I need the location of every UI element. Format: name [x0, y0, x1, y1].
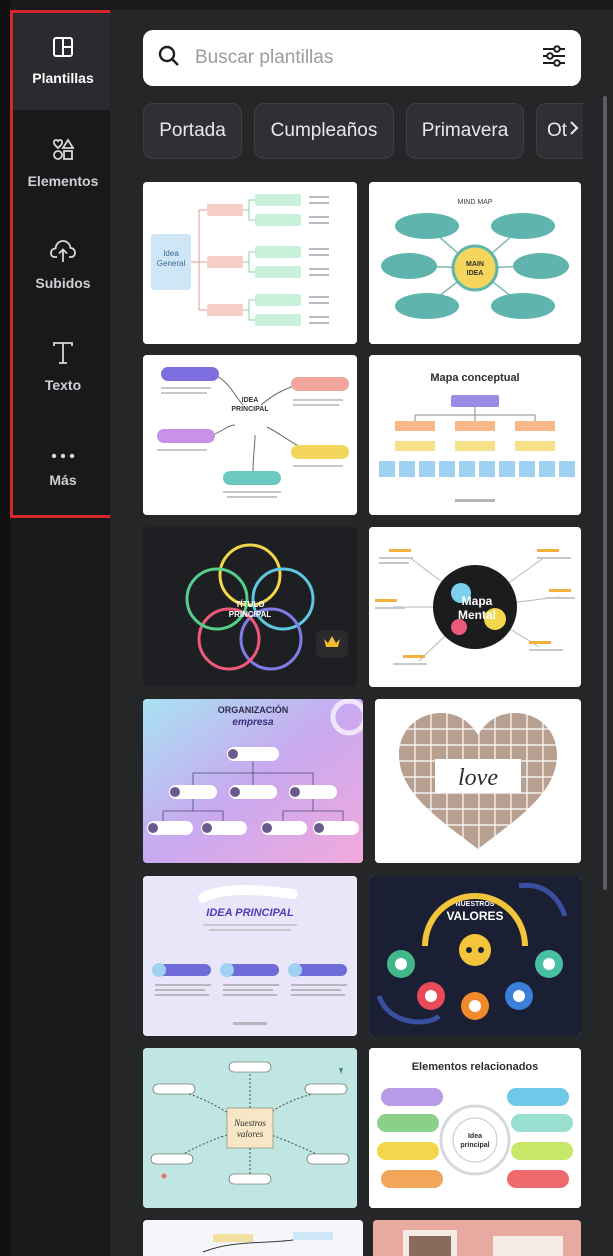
sidebar-item-label: Más [49, 472, 77, 488]
template-thumbnail: NUESTROS VALORES [369, 876, 581, 1036]
template-text: IDEA [242, 397, 259, 404]
template-organizacion-empresa[interactable]: ORGANIZACIÓN empresa [143, 699, 363, 863]
template-text: Idea [468, 1133, 482, 1140]
chevron-right-icon [569, 120, 579, 142]
sidebar-item-mas[interactable]: Más [12, 418, 114, 518]
text-icon [51, 340, 75, 371]
sidebar-item-subidos[interactable]: Subidos [12, 214, 114, 314]
template-mapa-conceptual[interactable]: Mapa conceptual [369, 355, 581, 515]
template-thumbnail: TÍTULO PRINCIPAL [143, 527, 357, 687]
template-partial-right[interactable] [373, 1220, 581, 1256]
chip-label: Ot [547, 120, 568, 141]
chip-primavera[interactable]: Primavera [406, 103, 524, 159]
template-thumbnail [373, 1220, 581, 1256]
template-thumbnail: IDEA PRINCIPAL [143, 355, 357, 515]
template-text: empresa [232, 717, 274, 728]
template-text: MIND MAP [458, 199, 493, 206]
template-thumbnail: Mapa conceptual [369, 355, 581, 515]
template-text: Mental [458, 608, 496, 622]
template-text: ORGANIZACIÓN [218, 704, 289, 715]
chip-more[interactable]: Ot [536, 103, 583, 159]
shapes-icon [50, 136, 76, 167]
layout-icon [51, 35, 75, 64]
chip-portada[interactable]: Portada [143, 103, 242, 159]
template-text: valores [237, 1129, 264, 1139]
chip-cumpleanos[interactable]: Cumpleaños [254, 103, 394, 159]
template-mapa-mental[interactable]: Mapa Mental [369, 527, 581, 687]
template-text: Mapa [462, 594, 493, 608]
template-nuestros-valores[interactable]: NUESTROS VALORES [369, 876, 581, 1036]
window-edge [0, 0, 10, 1256]
category-chips: Portada Cumpleaños Primavera Ot [143, 103, 583, 161]
template-text: Idea [163, 249, 179, 258]
template-thumbnail: Mapa Mental [369, 527, 581, 687]
template-idea-general[interactable]: Idea General [143, 182, 357, 344]
sidebar-item-label: Plantillas [32, 69, 94, 86]
template-text: PRINCIPAL [229, 610, 272, 619]
template-text: Elementos relacionados [412, 1061, 539, 1073]
search-input[interactable]: Buscar plantillas [195, 47, 541, 69]
cloud-upload-icon [49, 238, 77, 269]
template-thumbnail: MIND MAP MAIN IDEA [369, 182, 581, 344]
scrollbar[interactable] [603, 96, 607, 890]
sidebar-item-label: Texto [44, 376, 82, 393]
crown-icon [323, 635, 341, 654]
template-idea-principal-banner[interactable]: IDEA PRINCIPAL [143, 876, 357, 1036]
template-text: NUESTROS [456, 901, 495, 908]
search-icon [157, 44, 181, 73]
template-love-collage[interactable]: love [375, 699, 581, 863]
template-mind-map[interactable]: MIND MAP MAIN IDEA [369, 182, 581, 344]
template-nuestros-valores-notes[interactable]: Nuestros valores [143, 1048, 357, 1208]
template-thumbnail: Idea General [143, 182, 357, 344]
template-thumbnail [143, 1220, 363, 1256]
template-idea-principal-cloud[interactable]: IDEA PRINCIPAL [143, 355, 357, 515]
template-thumbnail: IDEA PRINCIPAL [143, 876, 357, 1036]
more-icon [50, 448, 76, 466]
template-text: Mapa conceptual [430, 372, 519, 384]
template-text: love [458, 765, 498, 791]
template-elementos-relacionados[interactable]: Elementos relacionados Idea principal [369, 1048, 581, 1208]
template-thumbnail: ORGANIZACIÓN empresa [143, 699, 363, 863]
template-partial-left[interactable] [143, 1220, 363, 1256]
template-text: VALORES [446, 909, 503, 923]
canva-editor: Plantillas Elementos Subidos Texto Más B… [0, 0, 613, 1256]
filter-sliders-icon[interactable] [541, 43, 567, 74]
template-text: principal [460, 1142, 489, 1149]
sidebar-item-label: Subidos [35, 274, 91, 291]
template-thumbnail: love [375, 699, 581, 863]
template-text: TÍTULO [236, 600, 265, 609]
template-thumbnail: Nuestros valores [143, 1048, 357, 1208]
search-bar[interactable]: Buscar plantillas [143, 30, 581, 86]
template-titulo-principal[interactable]: TÍTULO PRINCIPAL [143, 527, 357, 687]
template-text: PRINCIPAL [231, 406, 269, 413]
template-text: IDEA PRINCIPAL [206, 907, 294, 919]
template-thumbnail: Elementos relacionados Idea principal [369, 1048, 581, 1208]
sidebar-item-texto[interactable]: Texto [12, 316, 114, 416]
sidebar-item-plantillas[interactable]: Plantillas [12, 10, 114, 110]
template-text: Nuestros [233, 1118, 266, 1128]
side-navigation: Plantillas Elementos Subidos Texto Más [10, 10, 114, 1256]
sidebar-item-elementos[interactable]: Elementos [12, 112, 114, 212]
premium-crown-badge [316, 630, 348, 658]
template-text: IDEA [467, 270, 484, 277]
template-text: General [157, 259, 186, 268]
template-text: MAIN [466, 261, 484, 268]
sidebar-item-label: Elementos [27, 172, 99, 189]
